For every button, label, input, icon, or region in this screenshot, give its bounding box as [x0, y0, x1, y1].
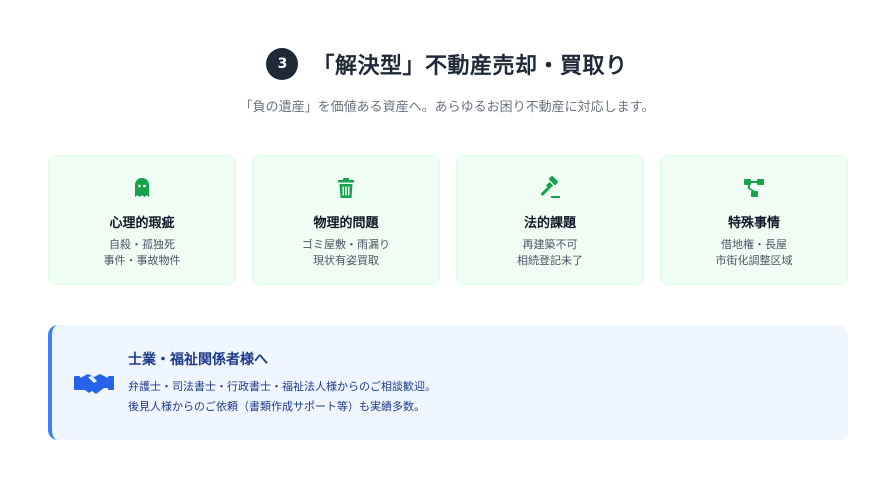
card-title: 物理的問題 — [313, 216, 379, 231]
page: 3 「解決型」不動産売却・買取り 「負の遺産」を価値ある資産へ。あらゆるお困り不… — [0, 0, 894, 485]
card-physical-problem: 物理的問題 ゴミ屋敷・雨漏り 現状有姿買取 — [252, 155, 440, 285]
section-title: 「解決型」不動産売却・買取り — [312, 54, 628, 79]
card-title: 心理的瑕疵 — [109, 216, 175, 231]
card-line: 市街化調整区域 — [715, 254, 793, 267]
section-subtitle: 「負の遺産」を価値ある資産へ。あらゆるお困り不動産に対応します。 — [239, 100, 655, 115]
card-title: 特殊事情 — [727, 216, 780, 231]
trash-icon — [334, 176, 358, 200]
network-icon — [742, 176, 766, 200]
card-line: 再建築不可 — [522, 238, 578, 251]
handshake-icon — [74, 368, 114, 398]
professionals-notice: 士業・福祉関係者様へ 弁護士・司法書士・行政書士・福祉法人様からのご相談歓迎。 … — [48, 325, 848, 440]
card-title: 法的課題 — [523, 216, 576, 231]
card-line: 事件・事故物件 — [103, 254, 181, 267]
step-number-badge: 3 — [266, 48, 299, 80]
card-line: 現状有姿買取 — [313, 254, 379, 267]
card-line: 自殺・孤独死 — [109, 238, 175, 251]
gavel-icon — [538, 176, 562, 200]
notice-line: 後見人様からのご依頼（書類作成サポート等）も実績多数。 — [128, 399, 425, 413]
card-special-circumstances: 特殊事情 借地権・長屋 市街化調整区域 — [660, 155, 848, 285]
notice-title: 士業・福祉関係者様へ — [128, 351, 268, 368]
card-line: 相続登記未了 — [517, 254, 583, 267]
ghost-icon — [130, 176, 154, 200]
problem-cards: 心理的瑕疵 自殺・孤独死 事件・事故物件 物理的問題 ゴミ屋敷・雨漏り 現状有姿… — [48, 155, 848, 285]
card-line: ゴミ屋敷・雨漏り — [302, 238, 390, 251]
section-header: 3 「解決型」不動産売却・買取り — [0, 48, 894, 80]
notice-line: 弁護士・司法書士・行政書士・福祉法人様からのご相談歓迎。 — [128, 379, 436, 393]
card-line: 借地権・長屋 — [721, 238, 787, 251]
card-psychological-defect: 心理的瑕疵 自殺・孤独死 事件・事故物件 — [48, 155, 236, 285]
card-legal-issue: 法的課題 再建築不可 相続登記未了 — [456, 155, 644, 285]
